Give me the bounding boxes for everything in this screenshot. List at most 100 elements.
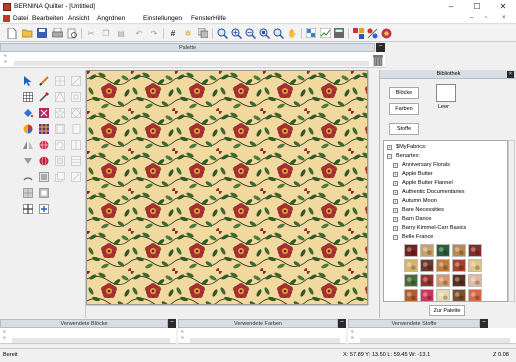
fabric-swatch[interactable] [420, 274, 434, 287]
star-block-icon[interactable] [54, 107, 65, 118]
tree-item[interactable]: + Autumn Moon [393, 197, 437, 206]
menu-settings[interactable]: Einstellungen [143, 15, 182, 22]
zoom-page-icon[interactable] [272, 27, 284, 39]
maximize-button[interactable]: ☐ [464, 0, 490, 14]
blocks-button[interactable]: Blöcke [389, 87, 419, 99]
copy-block-icon[interactable] [54, 171, 65, 182]
expander-icon[interactable]: − [393, 235, 398, 240]
globe-icon[interactable] [38, 139, 49, 150]
fabrics-button[interactable]: Stoffe [389, 123, 419, 135]
doc-close-button[interactable]: × [502, 15, 506, 21]
fabric-swatch[interactable] [436, 244, 450, 257]
arc-icon[interactable] [22, 171, 33, 182]
used-blocks-minimize-button[interactable]: – [168, 319, 176, 328]
menu-file[interactable]: Datei [13, 15, 28, 22]
color-wheel-icon[interactable] [22, 123, 33, 134]
tree-item[interactable]: + $MyFabrics: [387, 143, 426, 152]
fabric-swatch[interactable] [452, 259, 466, 272]
globe-alt-icon[interactable] [38, 155, 49, 166]
open-folder-icon[interactable] [21, 27, 33, 39]
copy-icon[interactable]: ❐ [100, 27, 112, 39]
expander-icon[interactable]: + [393, 208, 398, 213]
fabric-swatch[interactable] [404, 289, 418, 301]
frame-block-icon[interactable] [54, 155, 65, 166]
triangle-block-icon[interactable] [54, 91, 65, 102]
print-preview-icon[interactable] [66, 27, 78, 39]
doc-restore-button[interactable]: ▫ [485, 15, 487, 21]
menu-arrange[interactable]: Angrdnen [97, 15, 125, 22]
expander-icon[interactable]: + [393, 199, 398, 204]
star-icon[interactable]: ✲ [182, 27, 194, 39]
expander-icon[interactable]: + [393, 190, 398, 195]
page-block-icon[interactable] [70, 123, 81, 134]
expander-icon[interactable]: + [393, 226, 398, 231]
menu-help[interactable]: Hilfe [213, 15, 226, 22]
quilt-grid-icon[interactable] [22, 187, 33, 198]
undo-icon[interactable]: ↶ [133, 27, 145, 39]
tree-item[interactable]: + Apple Butter Flannel [393, 179, 453, 188]
mirror-icon[interactable] [22, 139, 33, 150]
border-icon[interactable] [38, 187, 49, 198]
block-grid-icon[interactable] [54, 75, 65, 86]
cut-icon[interactable]: ✂ [85, 27, 97, 39]
tree-item[interactable]: + Barry Kimmel-Carr Basics [393, 224, 466, 233]
fabric-swatch[interactable] [468, 289, 482, 301]
library-tree[interactable]: + $MyFabrics: − Benartex: + Anniversary Flo… [383, 140, 508, 302]
calculator-icon[interactable] [333, 27, 345, 39]
layers-icon[interactable] [197, 27, 209, 39]
menu-edit[interactable]: Bearbeiten [32, 15, 63, 22]
save-icon[interactable] [36, 27, 48, 39]
menu-view[interactable]: Ansicht [68, 15, 89, 22]
add-to-palette-button[interactable]: Zur Palette [429, 305, 465, 316]
pencil-icon[interactable] [38, 75, 49, 86]
used-colors-minimize-button[interactable]: – [338, 319, 346, 328]
pan-hand-icon[interactable]: ✋ [286, 27, 298, 39]
column-block-icon[interactable] [70, 139, 81, 150]
canvas-vertical-scrollbar[interactable] [368, 70, 377, 305]
select-arrow-icon[interactable] [22, 75, 33, 86]
used-blocks-scrollbar[interactable] [12, 338, 170, 343]
paste-icon[interactable]: ▤ [115, 27, 127, 39]
block-fill-icon[interactable] [38, 171, 49, 182]
flip-icon[interactable] [22, 155, 33, 166]
close-button[interactable]: ✕ [490, 0, 516, 14]
fabric-swatch[interactable] [468, 259, 482, 272]
paint-bucket-icon[interactable] [22, 107, 33, 118]
applique-icon[interactable] [38, 203, 49, 214]
strip-block-icon[interactable] [70, 155, 81, 166]
expander-icon[interactable]: + [393, 217, 398, 222]
used-fabrics-minimize-button[interactable]: – [480, 319, 488, 328]
grid-icon[interactable]: # [167, 27, 179, 39]
fabric-swatch[interactable] [420, 244, 434, 257]
fabric-swatch[interactable] [468, 244, 482, 257]
rectangle-block-icon[interactable] [54, 123, 65, 134]
tree-item[interactable]: + Barn Dance [393, 215, 432, 224]
tree-item[interactable]: + Anniversary Florals [393, 161, 450, 170]
zoom-fit-icon[interactable] [244, 27, 256, 39]
library-close-button[interactable]: × [507, 71, 514, 78]
fabric-swatch[interactable] [436, 274, 450, 287]
tree-item[interactable]: − Benartex: [387, 152, 420, 161]
tree-item[interactable]: + Bare Necessities [393, 206, 444, 215]
zoom-out-icon[interactable] [216, 27, 228, 39]
expander-icon[interactable]: − [387, 154, 392, 159]
fabric-swatch[interactable] [468, 274, 482, 287]
minimize-button[interactable]: – [438, 0, 464, 14]
quilt-canvas[interactable] [86, 70, 368, 305]
eyedropper-icon[interactable] [38, 91, 49, 102]
new-file-icon[interactable] [6, 27, 18, 39]
expander-icon[interactable]: + [393, 181, 398, 186]
fabric-swatch[interactable] [436, 289, 450, 301]
fabric-swatch[interactable] [436, 259, 450, 272]
palette-minimize-button[interactable]: – [376, 43, 385, 52]
zoom-window-icon[interactable] [258, 27, 270, 39]
trash-icon[interactable] [373, 54, 383, 67]
print-icon[interactable] [51, 27, 63, 39]
cut-block-icon[interactable] [70, 171, 81, 182]
fabric-tool-icon[interactable] [352, 27, 364, 39]
fabric-swatch[interactable] [452, 289, 466, 301]
grid-tool-icon[interactable] [22, 91, 33, 102]
zoom-in-icon[interactable] [230, 27, 242, 39]
plaid-fabric-icon[interactable] [38, 123, 49, 134]
canvas-horizontal-scrollbar[interactable] [86, 305, 368, 314]
